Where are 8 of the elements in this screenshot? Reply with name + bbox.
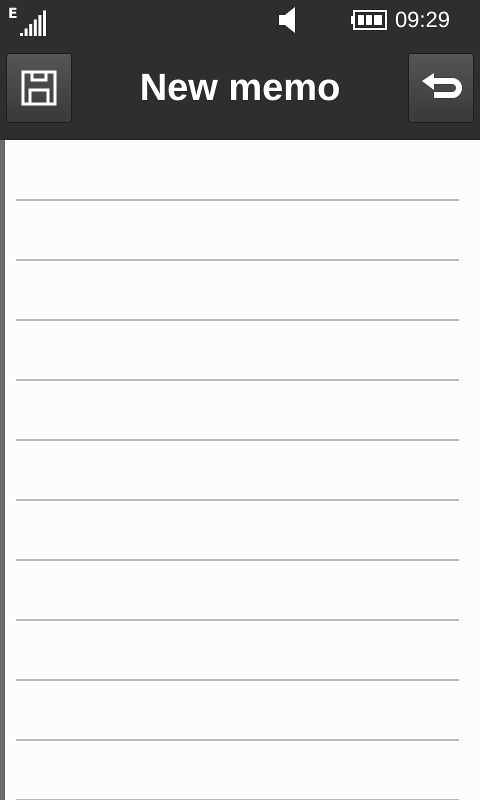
speaker-icon — [276, 7, 297, 33]
network-type: E — [8, 6, 18, 22]
save-button[interactable] — [6, 53, 72, 123]
clock-time: 09:29 — [394, 7, 450, 33]
battery-icon — [350, 10, 387, 30]
screen-title: New memo — [140, 66, 340, 110]
back-button[interactable] — [408, 53, 474, 123]
signal-icon — [20, 8, 48, 36]
